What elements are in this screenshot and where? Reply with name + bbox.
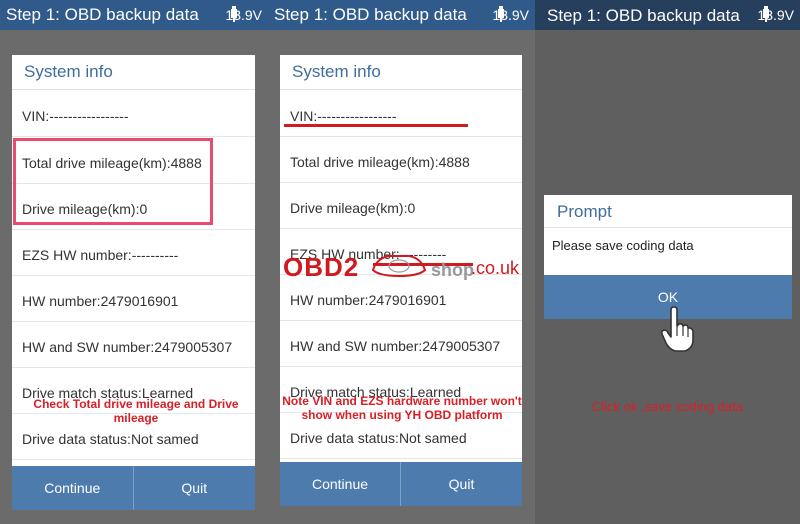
status-header: Step 1: OBD backup data 13.9V — [0, 0, 268, 30]
info-row: HW and SW number:2479005307 — [280, 320, 522, 367]
info-row: Drive mileage(km):0 — [280, 182, 522, 229]
status-header: Step 1: OBD backup data 13.9V — [535, 0, 800, 30]
mileage-highlight-box — [13, 138, 213, 225]
prompt-message: Please save coding data — [552, 238, 694, 253]
screen-right: Step 1: OBD backup data 13.9V Prompt Ple… — [535, 0, 800, 524]
step-title: Step 1: OBD backup data — [274, 5, 467, 24]
info-row: HW and SW number:2479005307 — [12, 321, 255, 368]
annotation-check-mileage: Check Total drive mileage and Drive mile… — [33, 397, 239, 425]
annotation-vin-note: Note VIN and EZS hardware number won't s… — [282, 394, 522, 422]
info-row: EZS HW number:---------- — [12, 229, 255, 276]
step-title: Step 1: OBD backup data — [6, 5, 199, 24]
continue-button[interactable]: Continue — [12, 466, 134, 510]
voltage-readout: 13.9V — [225, 7, 262, 23]
info-row: VIN:----------------- — [12, 90, 255, 137]
pointing-hand-icon — [660, 306, 694, 352]
info-row: VIN:----------------- — [280, 90, 522, 137]
watermark-brand: OBD2 — [283, 252, 360, 282]
obd2shop-watermark: OBD2 shop .co.uk — [283, 248, 523, 288]
quit-button[interactable]: Quit — [134, 466, 256, 510]
dialog-title: System info — [280, 55, 522, 90]
continue-button[interactable]: Continue — [280, 462, 401, 506]
watermark-shop: shop — [431, 260, 474, 280]
button-bar: Continue Quit — [12, 466, 255, 510]
watermark-suffix: .co.uk — [471, 258, 520, 278]
info-row: HW number:2479016901 — [12, 275, 255, 322]
button-bar: Continue Quit — [280, 462, 522, 506]
quit-button[interactable]: Quit — [401, 462, 522, 506]
system-info-dialog: System info VIN:----------------- Total … — [12, 55, 255, 510]
info-row: Total drive mileage(km):4888 — [280, 136, 522, 183]
dialog-title: System info — [12, 55, 255, 90]
car-logo-icon — [371, 255, 427, 278]
status-header: Step 1: OBD backup data 13.9V — [268, 0, 535, 30]
prompt-title: Prompt — [544, 195, 792, 228]
voltage-readout: 13.9V — [757, 7, 794, 23]
annotation-click-ok: Click ok ,save coding data — [591, 399, 744, 414]
vin-underline — [284, 124, 468, 127]
voltage-readout: 13.9V — [492, 7, 529, 23]
prompt-dialog: Prompt Please save coding data OK — [544, 195, 792, 319]
screen-left: Step 1: OBD backup data 13.9V System inf… — [0, 0, 268, 524]
step-title: Step 1: OBD backup data — [547, 6, 740, 25]
